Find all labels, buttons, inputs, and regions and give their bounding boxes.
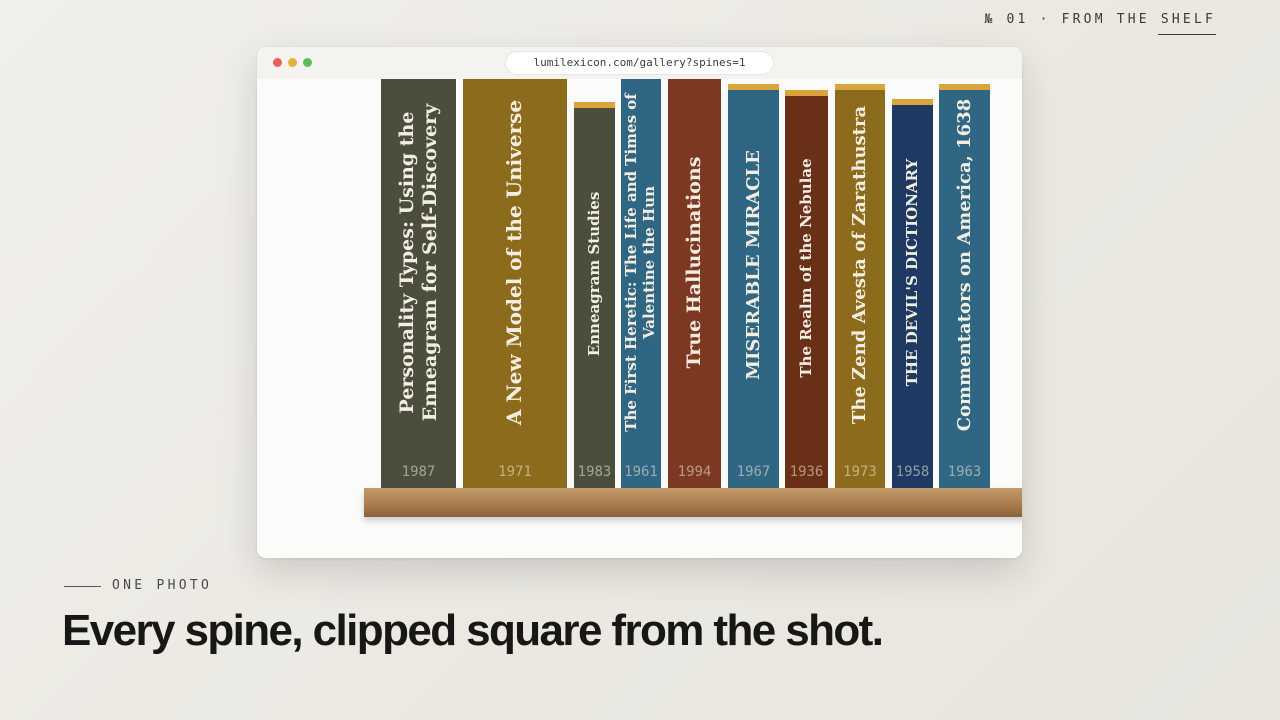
issue-label-text: № 01 · FROM THE SHELF	[984, 12, 1216, 27]
book-title: MISERABLE MIRACLE	[742, 150, 764, 380]
book-title: The Realm of the Nebulae	[796, 158, 815, 378]
book-title: The Zend Avesta of Zarathustra	[849, 105, 871, 425]
book-spine[interactable]: Personality Types: Using the Enneagram f…	[381, 79, 456, 488]
book-year: 1958	[895, 464, 930, 480]
book-year: 1971	[498, 464, 532, 480]
book-title: A New Model of the Universe	[502, 99, 527, 426]
book-year: 1967	[736, 464, 771, 480]
book-title: Enneagram Studies	[584, 191, 603, 357]
book-spine[interactable]: The Realm of the Nebulae 1936	[785, 90, 828, 488]
book-spine[interactable]: A New Model of the Universe 1971	[463, 79, 567, 488]
book-spine[interactable]: THE DEVIL'S DICTIONARY 1958	[892, 99, 933, 488]
minimize-window-icon[interactable]	[288, 58, 297, 67]
book-title: True Hallucinations	[683, 156, 706, 369]
book-spine[interactable]: The Zend Avesta of Zarathustra 1973	[835, 84, 885, 488]
spine-cap	[939, 84, 990, 90]
bookshelf-view: Personality Types: Using the Enneagram f…	[257, 79, 1022, 558]
headline: Every spine, clipped square from the sho…	[62, 606, 884, 655]
spine-cap	[892, 99, 933, 105]
close-window-icon[interactable]	[273, 58, 282, 67]
spine-cap	[728, 84, 779, 90]
browser-titlebar: lumilexicon.com/gallery?spines=1	[257, 47, 1022, 79]
book-spine[interactable]: MISERABLE MIRACLE 1967	[728, 84, 779, 488]
book-year: 1963	[947, 464, 982, 480]
book-year: 1983	[577, 464, 612, 480]
address-bar[interactable]: lumilexicon.com/gallery?spines=1	[506, 52, 773, 74]
book-spine[interactable]: The First Heretic: The Life and Times of…	[621, 79, 661, 488]
spine-cap	[835, 84, 885, 90]
book-title: THE DEVIL'S DICTIONARY	[902, 158, 921, 387]
book-year: 1994	[677, 464, 712, 480]
book-year: 1936	[789, 464, 824, 480]
book-spine[interactable]: Commentators on America, 1638 1963	[939, 84, 990, 488]
spine-cap	[785, 90, 828, 96]
maximize-window-icon[interactable]	[303, 58, 312, 67]
shelf-plank	[364, 488, 1022, 517]
book-year: 1987	[401, 464, 436, 480]
book-title: The First Heretic: The Life and Times of…	[622, 93, 658, 432]
book-spine[interactable]: True Hallucinations 1994	[668, 79, 721, 488]
book-year: 1973	[843, 464, 877, 480]
caption-rule	[64, 586, 101, 587]
caption-label: ONE PHOTO	[112, 578, 213, 593]
book-title: Commentators on America, 1638	[953, 98, 975, 432]
spine-cap	[574, 102, 615, 108]
book-spine[interactable]: Enneagram Studies 1983	[574, 102, 615, 488]
issue-label: № 01 · FROM THE SHELF	[984, 12, 1216, 35]
book-title: Personality Types: Using the Enneagram f…	[396, 103, 441, 422]
browser-window: lumilexicon.com/gallery?spines=1 Persona…	[257, 47, 1022, 558]
issue-underline	[1158, 34, 1216, 35]
book-year: 1961	[624, 464, 658, 480]
